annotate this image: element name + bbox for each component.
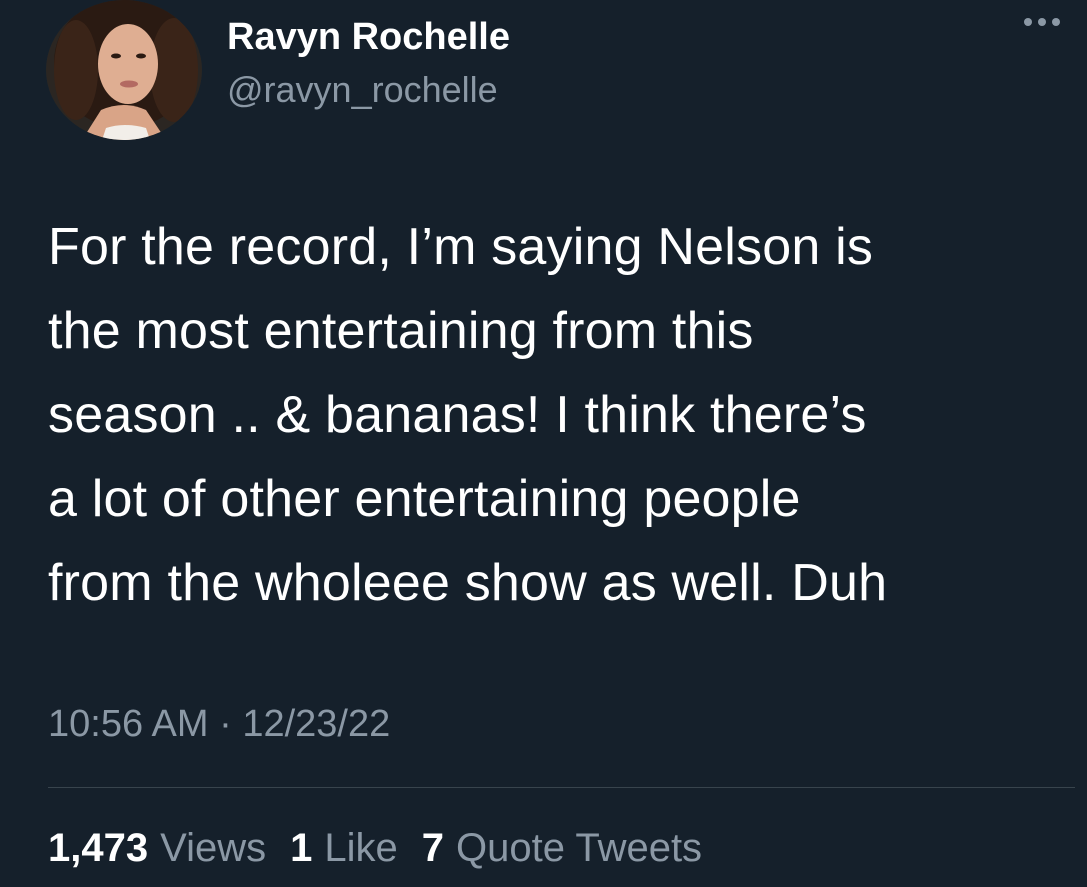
- tweet-text: For the record, I’m saying Nelson is the…: [48, 218, 888, 612]
- divider: [48, 787, 1075, 788]
- dot: [1038, 18, 1046, 26]
- quote-tweets-stat[interactable]: 7 Quote Tweets: [422, 822, 702, 874]
- likes-stat[interactable]: 1 Like: [290, 822, 398, 874]
- dot: [1024, 18, 1032, 26]
- quote-tweets-count: 7: [421, 826, 444, 870]
- display-name[interactable]: Ravyn Rochelle: [227, 14, 510, 60]
- likes-label: Like: [324, 826, 398, 870]
- tweet-stats: 1,473 Views 1 Like 7 Quote Tweets: [48, 822, 702, 874]
- separator: ·: [219, 703, 232, 745]
- author-info: Ravyn Rochelle @ravyn_rochelle: [227, 14, 510, 112]
- profile-photo-icon: [46, 0, 202, 140]
- avatar[interactable]: [46, 0, 202, 140]
- tweet-date: 12/23/22: [242, 703, 391, 745]
- tweet-card: Ravyn Rochelle @ravyn_rochelle For the r…: [0, 0, 1087, 887]
- views-label: Views: [160, 826, 267, 870]
- views-stat[interactable]: 1,473 Views: [48, 822, 266, 874]
- more-options-icon[interactable]: [1015, 18, 1069, 52]
- tweet-timestamp[interactable]: 10:56 AM · 12/23/22: [48, 700, 390, 748]
- quote-tweets-label: Quote Tweets: [455, 826, 703, 870]
- views-count: 1,473: [48, 826, 149, 870]
- likes-count: 1: [290, 826, 313, 870]
- tweet-time: 10:56 AM: [48, 703, 209, 745]
- user-handle[interactable]: @ravyn_rochelle: [227, 68, 510, 112]
- dot: [1052, 18, 1060, 26]
